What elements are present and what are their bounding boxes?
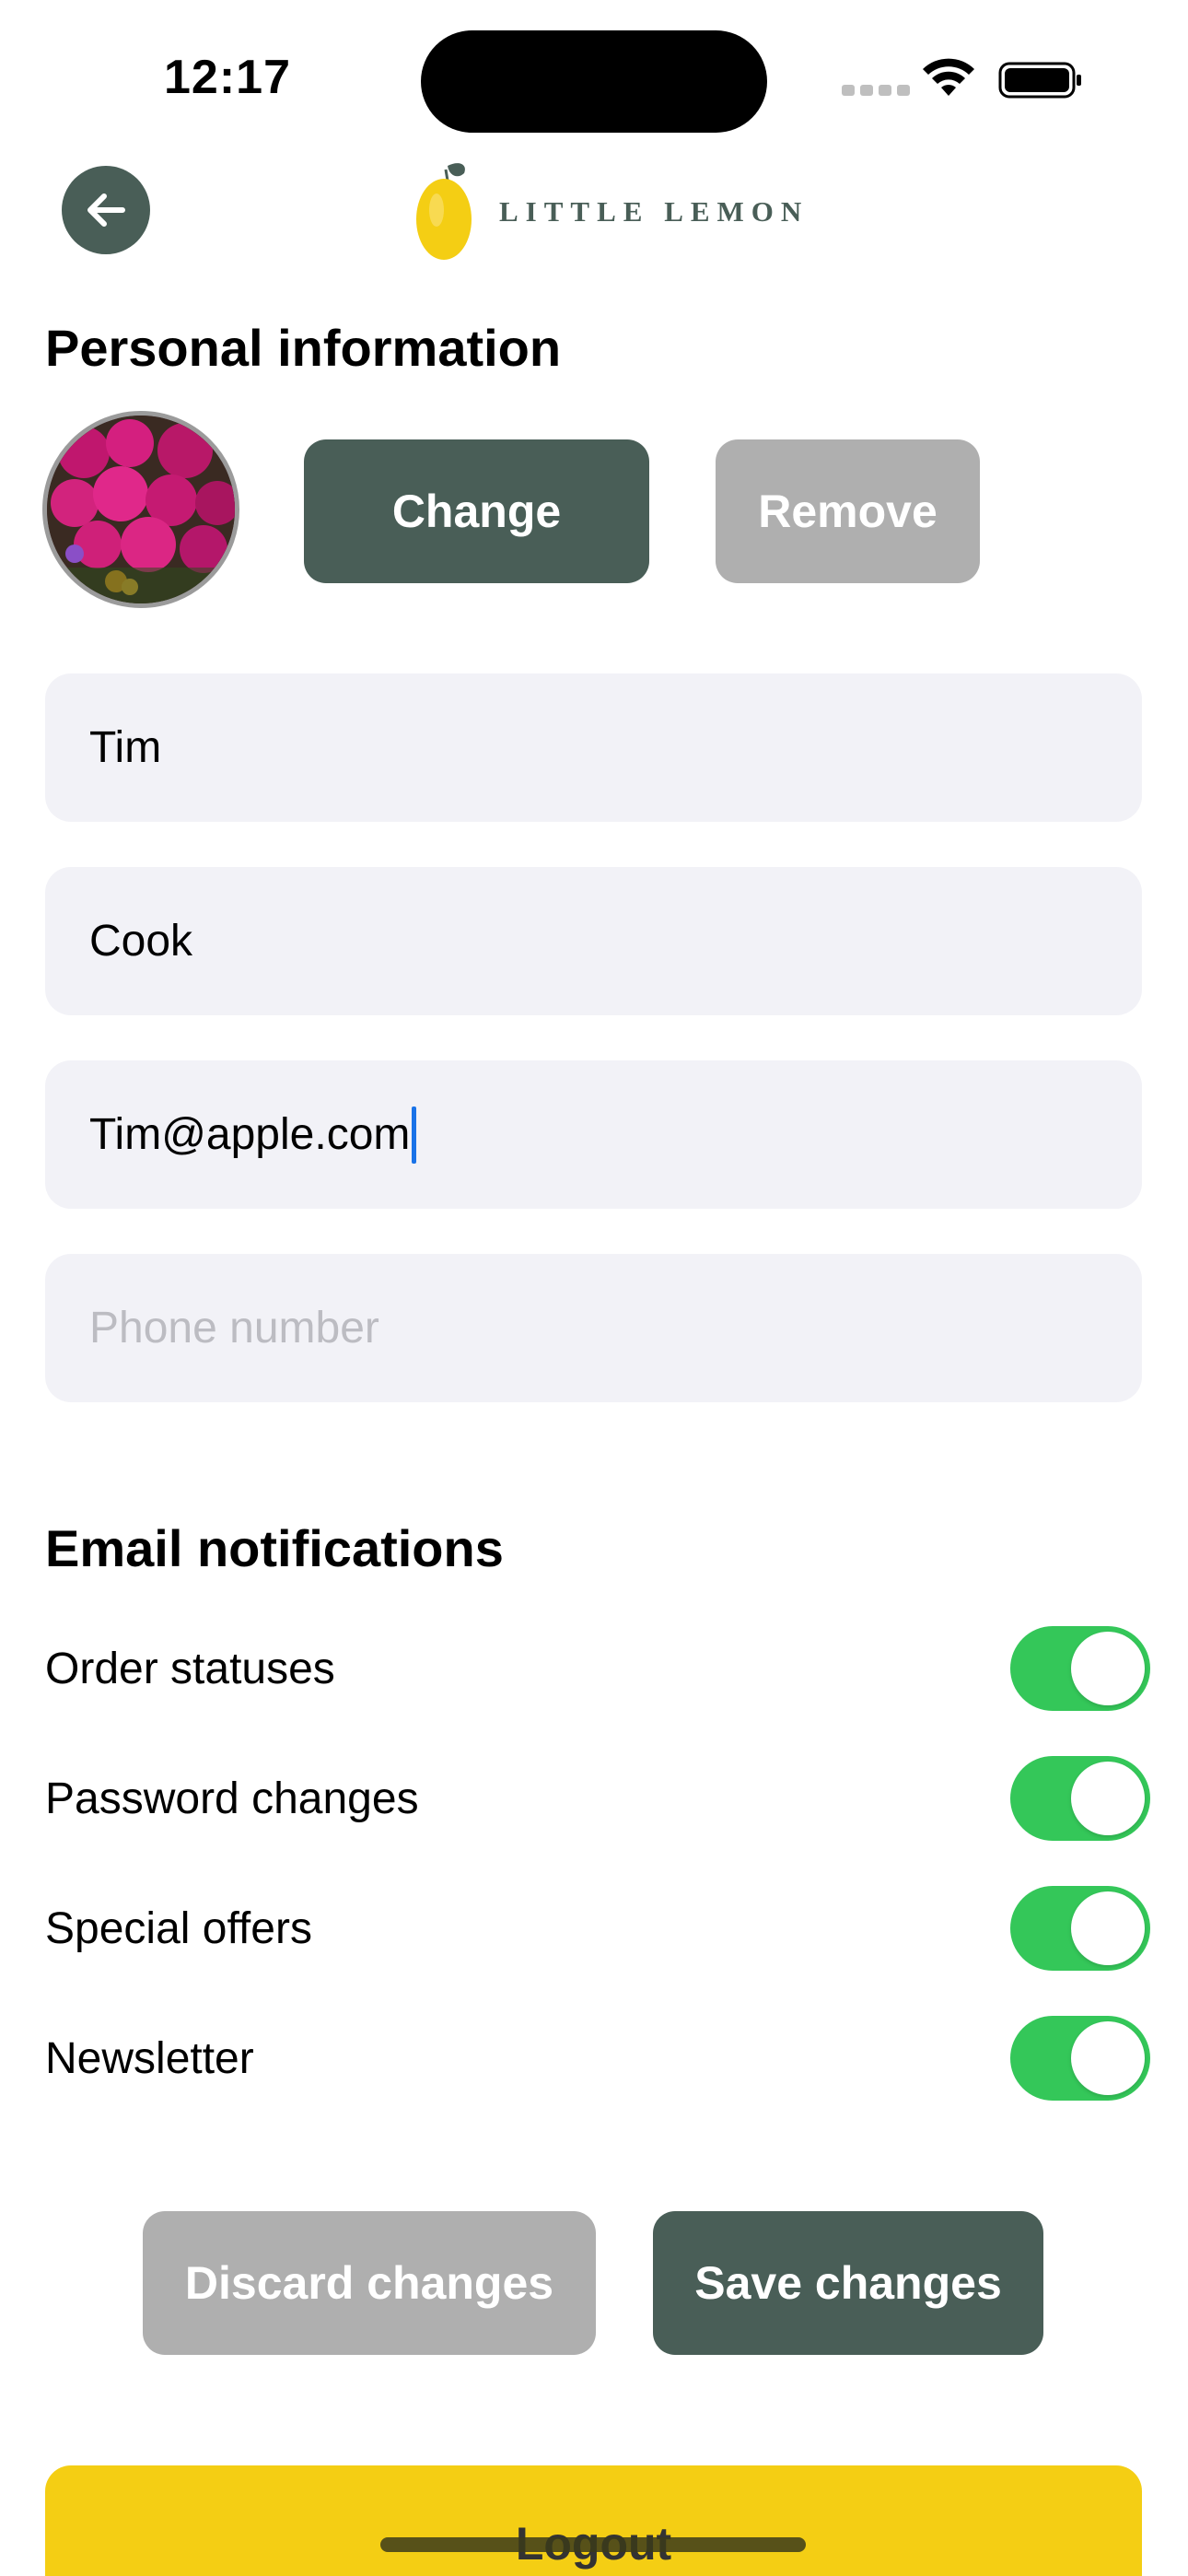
phone-placeholder: Phone number: [89, 1304, 379, 1352]
avatar-image: [47, 416, 235, 603]
change-photo-button[interactable]: Change: [304, 439, 649, 583]
email-field[interactable]: Tim@apple.com: [45, 1060, 1142, 1209]
status-time: 12:17: [164, 51, 291, 104]
newsletter-toggle[interactable]: [1010, 2016, 1150, 2101]
text-caret: [412, 1106, 417, 1164]
notification-label: Order statuses: [45, 1644, 335, 1693]
password-changes-toggle[interactable]: [1010, 1756, 1150, 1841]
avatar[interactable]: [42, 411, 239, 608]
personal-info-title: Personal information: [45, 319, 562, 377]
arrow-left-icon: [87, 193, 125, 227]
logo: LITTLE LEMON: [413, 158, 809, 265]
notification-row-special-offers: Special offers: [45, 1882, 1150, 1974]
notification-row-password-changes: Password changes: [45, 1752, 1150, 1844]
status-bar: 12:17: [0, 0, 1188, 157]
save-changes-button[interactable]: Save changes: [653, 2211, 1043, 2355]
phone-field[interactable]: Phone number: [45, 1254, 1142, 1402]
wifi-icon: [923, 58, 974, 96]
discard-changes-button[interactable]: Discard changes: [143, 2211, 596, 2355]
last-name-value: Cook: [89, 917, 193, 966]
notification-row-order-statuses: Order statuses: [45, 1622, 1150, 1715]
notification-label: Password changes: [45, 1774, 419, 1823]
lemon-icon: [416, 163, 472, 260]
home-indicator: [380, 2537, 806, 2552]
cellular-signal-icon: [842, 85, 910, 96]
dynamic-island: [421, 30, 767, 133]
notification-label: Newsletter: [45, 2033, 254, 2083]
back-button[interactable]: [62, 166, 150, 254]
order-statuses-toggle[interactable]: [1010, 1626, 1150, 1711]
email-notifications-title: Email notifications: [45, 1519, 504, 1577]
first-name-field[interactable]: Tim: [45, 673, 1142, 822]
last-name-field[interactable]: Cook: [45, 867, 1142, 1015]
special-offers-toggle[interactable]: [1010, 1886, 1150, 1971]
logo-text: LITTLE LEMON: [499, 195, 809, 228]
remove-photo-button[interactable]: Remove: [716, 439, 980, 583]
logout-button[interactable]: Logout: [45, 2465, 1142, 2576]
notification-label: Special offers: [45, 1903, 312, 1953]
first-name-value: Tim: [89, 723, 162, 772]
battery-icon: [998, 62, 1081, 99]
email-value: Tim@apple.com: [89, 1110, 411, 1159]
notification-row-newsletter: Newsletter: [45, 2012, 1150, 2104]
